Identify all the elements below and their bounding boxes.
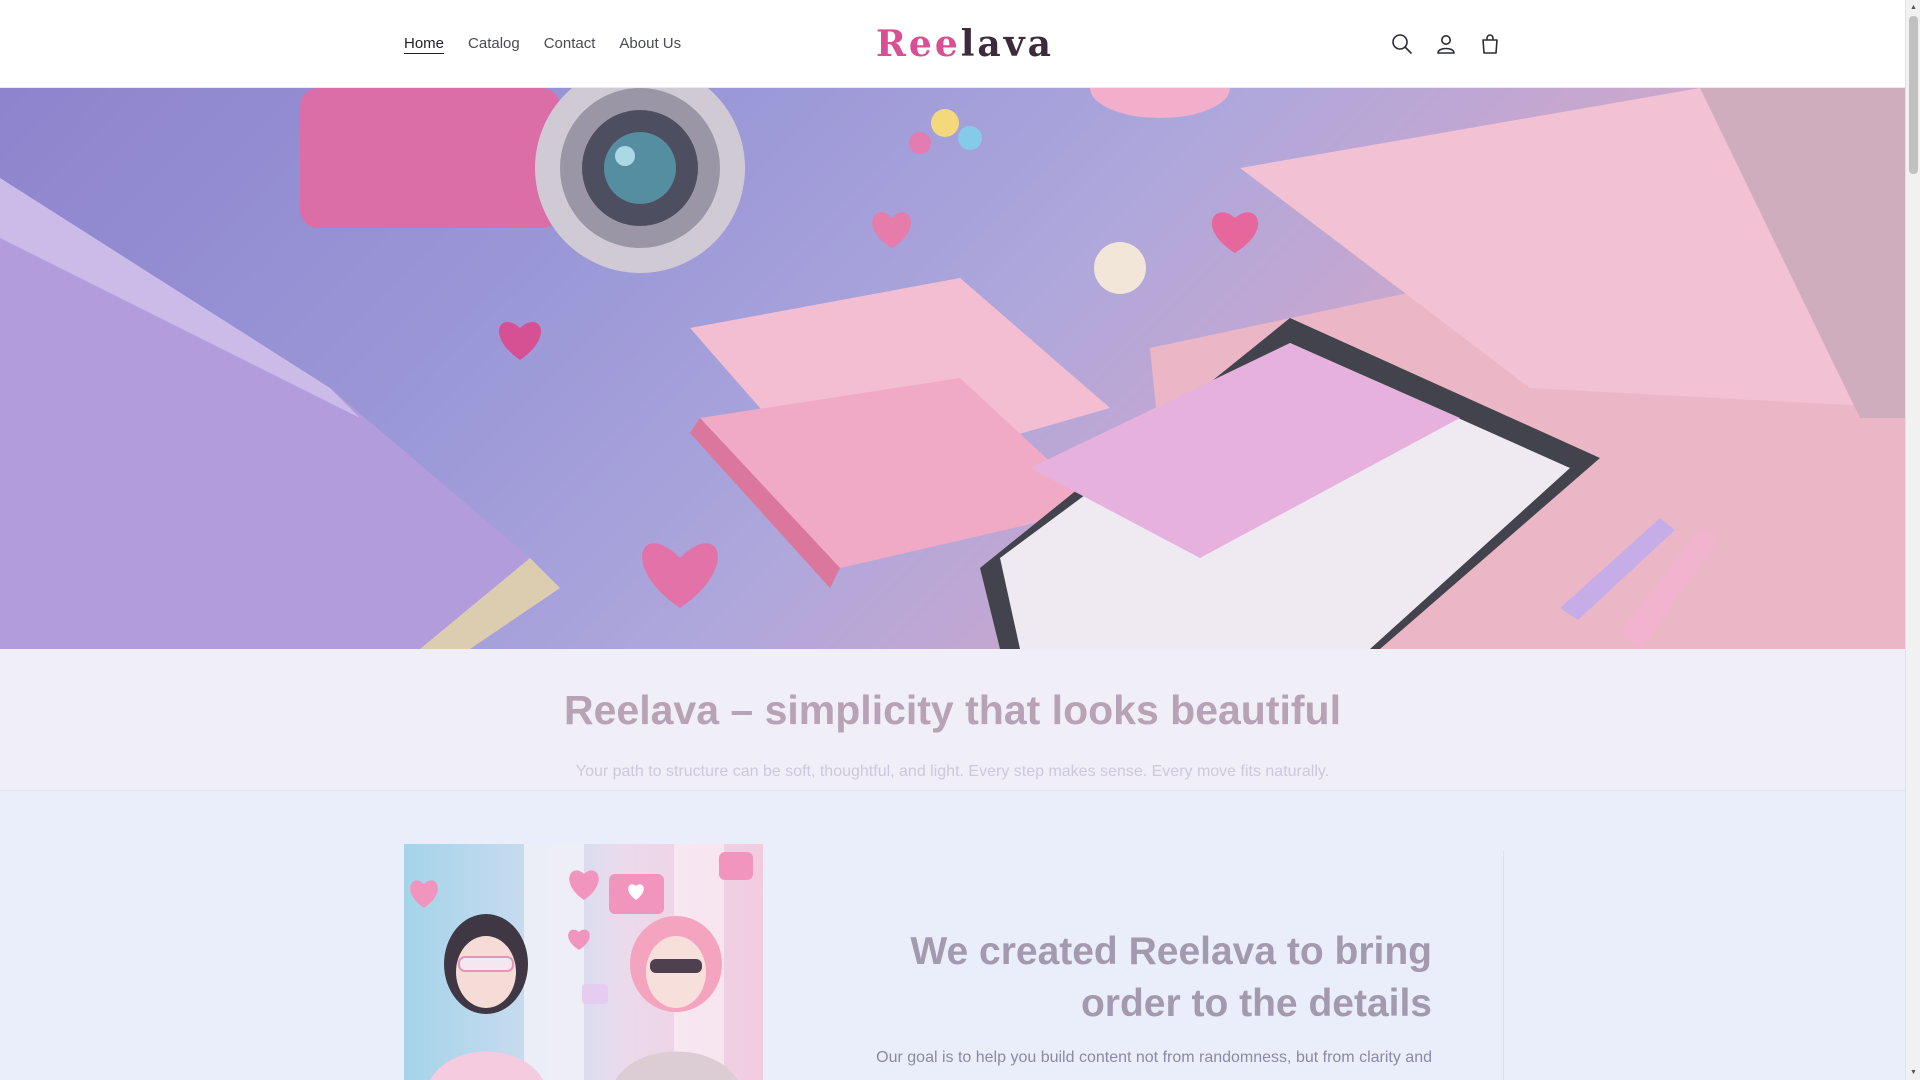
nav-home[interactable]: Home bbox=[392, 0, 456, 88]
nav-contact[interactable]: Contact bbox=[532, 0, 608, 88]
about-image bbox=[404, 844, 763, 1080]
search-icon[interactable] bbox=[1380, 22, 1424, 66]
about-illustration bbox=[404, 844, 763, 1080]
about-title: We created Reelava to bring order to the… bbox=[910, 930, 1432, 1025]
cart-icon[interactable] bbox=[1468, 22, 1512, 66]
page-scrollbar[interactable]: ▲ ▼ bbox=[1905, 0, 1920, 1080]
site-header: Home Catalog Contact About Us Reelava bbox=[0, 0, 1905, 88]
intro-text: Your path to structure can be soft, thou… bbox=[575, 763, 1330, 780]
scroll-thumb[interactable] bbox=[1909, 16, 1918, 174]
nav-about-us[interactable]: About Us bbox=[607, 0, 693, 88]
main-nav: Home Catalog Contact About Us bbox=[392, 0, 693, 88]
about-text: Our goal is to help you build content no… bbox=[876, 1049, 1432, 1066]
logo-second-part: lava bbox=[960, 23, 1054, 65]
intro-title: Reelava – simplicity that looks beautifu… bbox=[564, 687, 1341, 733]
nav-catalog[interactable]: Catalog bbox=[456, 0, 532, 88]
intro-section: Reelava – simplicity that looks beautifu… bbox=[0, 649, 1905, 791]
header-actions bbox=[1380, 22, 1512, 66]
brand-logo[interactable]: Reelava bbox=[876, 18, 1051, 70]
account-icon[interactable] bbox=[1424, 22, 1468, 66]
scroll-down-arrow-icon[interactable]: ▼ bbox=[1906, 1065, 1920, 1080]
content-divider bbox=[1503, 851, 1504, 1080]
scroll-up-arrow-icon[interactable]: ▲ bbox=[1906, 0, 1920, 15]
about-section: We created Reelava to bring order to the… bbox=[0, 791, 1905, 1080]
hero-image bbox=[0, 88, 1905, 649]
hero-banner bbox=[0, 88, 1905, 649]
logo-first-part: Ree bbox=[876, 23, 961, 65]
